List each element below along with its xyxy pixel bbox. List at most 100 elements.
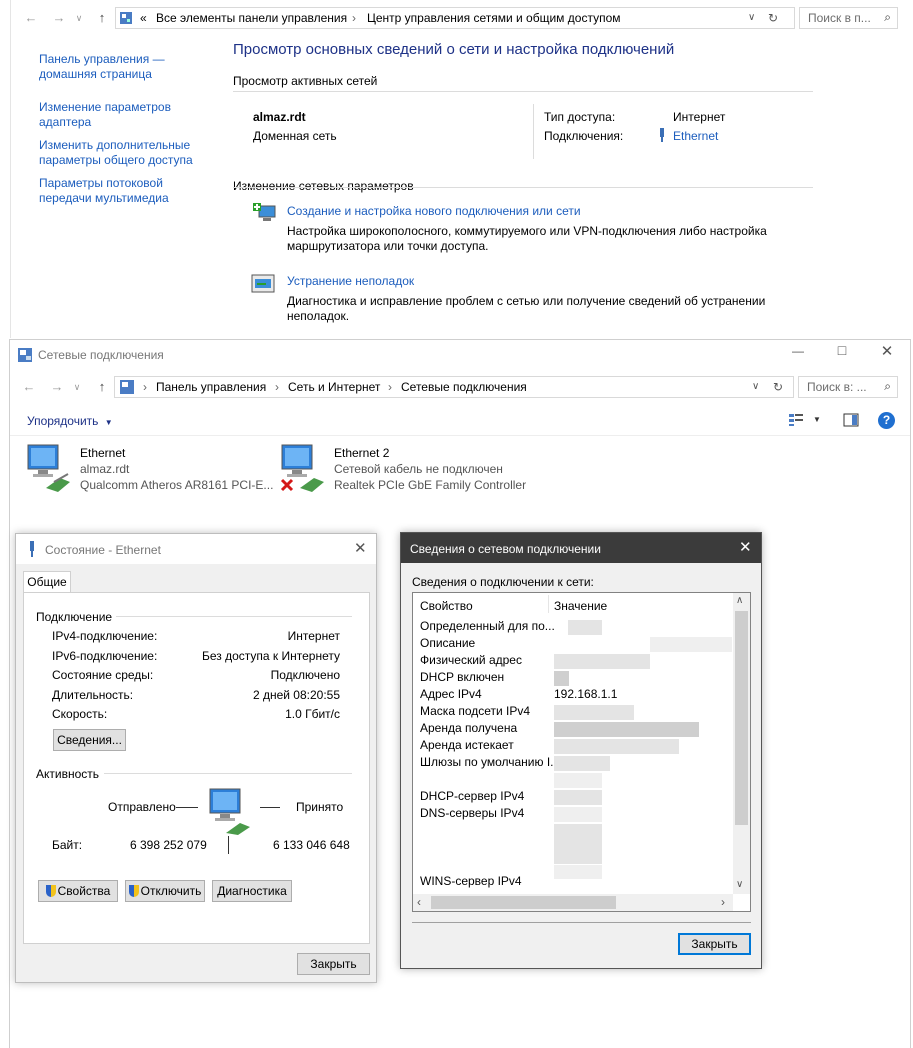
disable-label: Отключить bbox=[140, 884, 202, 898]
close-button[interactable]: Закрыть bbox=[678, 933, 751, 955]
search-placeholder: Поиск в п... bbox=[808, 11, 871, 25]
detail-row-property[interactable]: DNS-серверы IPv4 bbox=[420, 806, 524, 820]
scroll-right-icon[interactable]: › bbox=[721, 895, 725, 909]
detail-row-property[interactable]: DHCP-сервер IPv4 bbox=[420, 789, 524, 803]
ipv6-label: IPv6-подключение: bbox=[52, 649, 158, 663]
diagnose-button[interactable]: Диагностика bbox=[212, 880, 292, 902]
forward-arrow-icon[interactable]: → bbox=[49, 379, 65, 395]
search-box[interactable]: Поиск в п... ⌕ bbox=[799, 7, 898, 29]
detail-row-property[interactable]: Адрес IPv4 bbox=[420, 687, 482, 701]
breadcrumb-network-connections[interactable]: Сетевые подключения bbox=[401, 380, 527, 394]
details-button[interactable]: Сведения... bbox=[53, 729, 126, 751]
detail-row-property[interactable]: Маска подсети IPv4 bbox=[420, 704, 530, 718]
divider bbox=[233, 91, 813, 92]
network-adapter-disconnected-icon[interactable] bbox=[278, 442, 330, 492]
preview-pane-icon[interactable] bbox=[843, 413, 859, 427]
back-arrow-icon[interactable]: ← bbox=[23, 10, 39, 26]
close-icon[interactable]: ✕ bbox=[739, 538, 752, 556]
breadcrumb-network-center[interactable]: Центр управления сетями и общим доступом bbox=[367, 11, 621, 25]
adapter-ethernet2-name[interactable]: Ethernet 2 bbox=[334, 446, 389, 460]
window-title: Сетевые подключения bbox=[38, 348, 164, 362]
column-header-property[interactable]: Свойство bbox=[420, 599, 473, 613]
search-box[interactable]: Поиск в: ... ⌕ bbox=[798, 376, 898, 398]
detail-row-value[interactable]: 192.168.1.1 bbox=[554, 687, 617, 701]
forward-arrow-icon[interactable]: → bbox=[51, 10, 67, 26]
breadcrumb-network-internet[interactable]: Сеть и Интернет bbox=[288, 380, 380, 394]
scroll-left-icon[interactable]: ‹ bbox=[417, 895, 421, 909]
maximize-button[interactable]: □ bbox=[832, 342, 852, 362]
close-icon[interactable]: ✕ bbox=[354, 539, 367, 557]
detail-row-property[interactable]: DHCP включен bbox=[420, 670, 504, 684]
adapter-ethernet-name[interactable]: Ethernet bbox=[80, 446, 125, 460]
page-title: Просмотр основных сведений о сети и наст… bbox=[233, 41, 675, 58]
details-list[interactable]: Свойство Значение Определенный для по...… bbox=[412, 592, 751, 912]
tab-general[interactable]: Общие bbox=[23, 571, 71, 593]
search-icon[interactable]: ⌕ bbox=[884, 379, 891, 394]
help-icon[interactable]: ? bbox=[878, 412, 895, 429]
breadcrumb-all-items[interactable]: Все элементы панели управления bbox=[156, 11, 347, 25]
redacted-value bbox=[554, 722, 699, 737]
activity-group-label: Активность bbox=[36, 767, 106, 781]
detail-row-property[interactable]: Физический адрес bbox=[420, 653, 522, 667]
detail-row-property[interactable]: Аренда получена bbox=[420, 721, 517, 735]
breadcrumb-control-panel[interactable]: Панель управления bbox=[156, 380, 266, 394]
up-arrow-icon[interactable]: ↑ bbox=[94, 10, 110, 26]
properties-label: Свойства bbox=[57, 884, 111, 898]
column-header-value[interactable]: Значение bbox=[554, 599, 607, 613]
vertical-divider bbox=[533, 104, 534, 159]
scroll-thumb-vertical[interactable] bbox=[735, 611, 748, 825]
sidebar-item-media-streaming[interactable]: Параметры потоковой передачи мультимедиа bbox=[39, 176, 189, 206]
received-line bbox=[260, 807, 280, 808]
sidebar-item-sharing-settings[interactable]: Изменить дополнительные параметры общего… bbox=[39, 138, 209, 168]
sidebar-item-adapter-settings[interactable]: Изменение параметров адаптера bbox=[39, 100, 189, 130]
detail-row-property[interactable]: WINS-сервер IPv4 bbox=[420, 874, 522, 888]
scroll-down-icon[interactable]: ∨ bbox=[736, 879, 743, 890]
new-connection-icon bbox=[253, 203, 276, 221]
view-options-icon[interactable] bbox=[788, 413, 804, 427]
duration-value: 2 дней 08:20:55 bbox=[252, 688, 340, 702]
connection-ethernet-link[interactable]: Ethernet bbox=[673, 129, 718, 143]
breadcrumb-overflow[interactable]: « bbox=[140, 11, 147, 25]
disable-button[interactable]: Отключить bbox=[125, 880, 205, 902]
refresh-icon[interactable]: ↻ bbox=[768, 11, 778, 25]
new-connection-link[interactable]: Создание и настройка нового подключения … bbox=[287, 204, 581, 218]
detail-row-property[interactable]: Описание bbox=[420, 636, 475, 650]
detail-row-property[interactable]: Аренда истекает bbox=[420, 738, 514, 752]
ethernet-plug-icon bbox=[660, 128, 664, 142]
properties-button[interactable]: Свойства bbox=[38, 880, 118, 902]
details-subtitle: Сведения о подключении к сети: bbox=[412, 575, 594, 589]
ipv4-label: IPv4-подключение: bbox=[52, 629, 158, 643]
scroll-thumb-horizontal[interactable] bbox=[431, 896, 616, 909]
close-button[interactable]: Закрыть bbox=[297, 953, 370, 975]
refresh-icon[interactable]: ↻ bbox=[773, 380, 783, 394]
desktop: ← → ∨ ↑ « Все элементы панели управления… bbox=[0, 0, 913, 1048]
minimize-button[interactable]: — bbox=[788, 344, 808, 364]
column-header-divider bbox=[548, 595, 549, 613]
search-icon[interactable]: ⌕ bbox=[884, 10, 891, 25]
organize-button[interactable]: Упорядочить ▼ bbox=[27, 414, 113, 428]
up-arrow-icon[interactable]: ↑ bbox=[94, 379, 110, 395]
speed-value: 1.0 Гбит/с bbox=[285, 707, 340, 721]
detail-row-property[interactable]: Шлюзы по умолчанию I... bbox=[420, 755, 560, 769]
sidebar-item-home[interactable]: Панель управления — домашняя страница bbox=[39, 52, 189, 82]
back-arrow-icon[interactable]: ← bbox=[21, 379, 37, 395]
close-button[interactable]: ✕ bbox=[877, 342, 897, 362]
recent-chevron-icon[interactable]: ∨ bbox=[69, 379, 85, 395]
recent-chevron-icon[interactable]: ∨ bbox=[71, 10, 87, 26]
address-dropdown-icon[interactable]: ∨ bbox=[748, 12, 755, 23]
detail-row-property[interactable]: Определенный для по... bbox=[420, 619, 555, 633]
address-dropdown-icon[interactable]: ∨ bbox=[752, 381, 759, 392]
breadcrumb-separator-icon: › bbox=[388, 380, 392, 394]
network-adapter-icon[interactable] bbox=[24, 442, 76, 492]
active-networks-header: Просмотр активных сетей bbox=[233, 74, 378, 88]
address-bar[interactable]: « Все элементы панели управления › Центр… bbox=[115, 7, 795, 29]
connections-label: Подключения: bbox=[544, 129, 624, 143]
troubleshoot-link[interactable]: Устранение неполадок bbox=[287, 274, 414, 288]
redacted-value bbox=[554, 671, 569, 686]
address-bar[interactable]: › Панель управления › Сеть и Интернет › … bbox=[114, 376, 794, 398]
access-type-label: Тип доступа: bbox=[544, 110, 616, 124]
redacted-value bbox=[554, 756, 610, 771]
adapter-ethernet-device: Qualcomm Atheros AR8161 PCI-E... bbox=[80, 478, 274, 492]
scroll-up-icon[interactable]: ∧ bbox=[736, 595, 743, 606]
view-dropdown-icon[interactable]: ▼ bbox=[813, 415, 821, 424]
